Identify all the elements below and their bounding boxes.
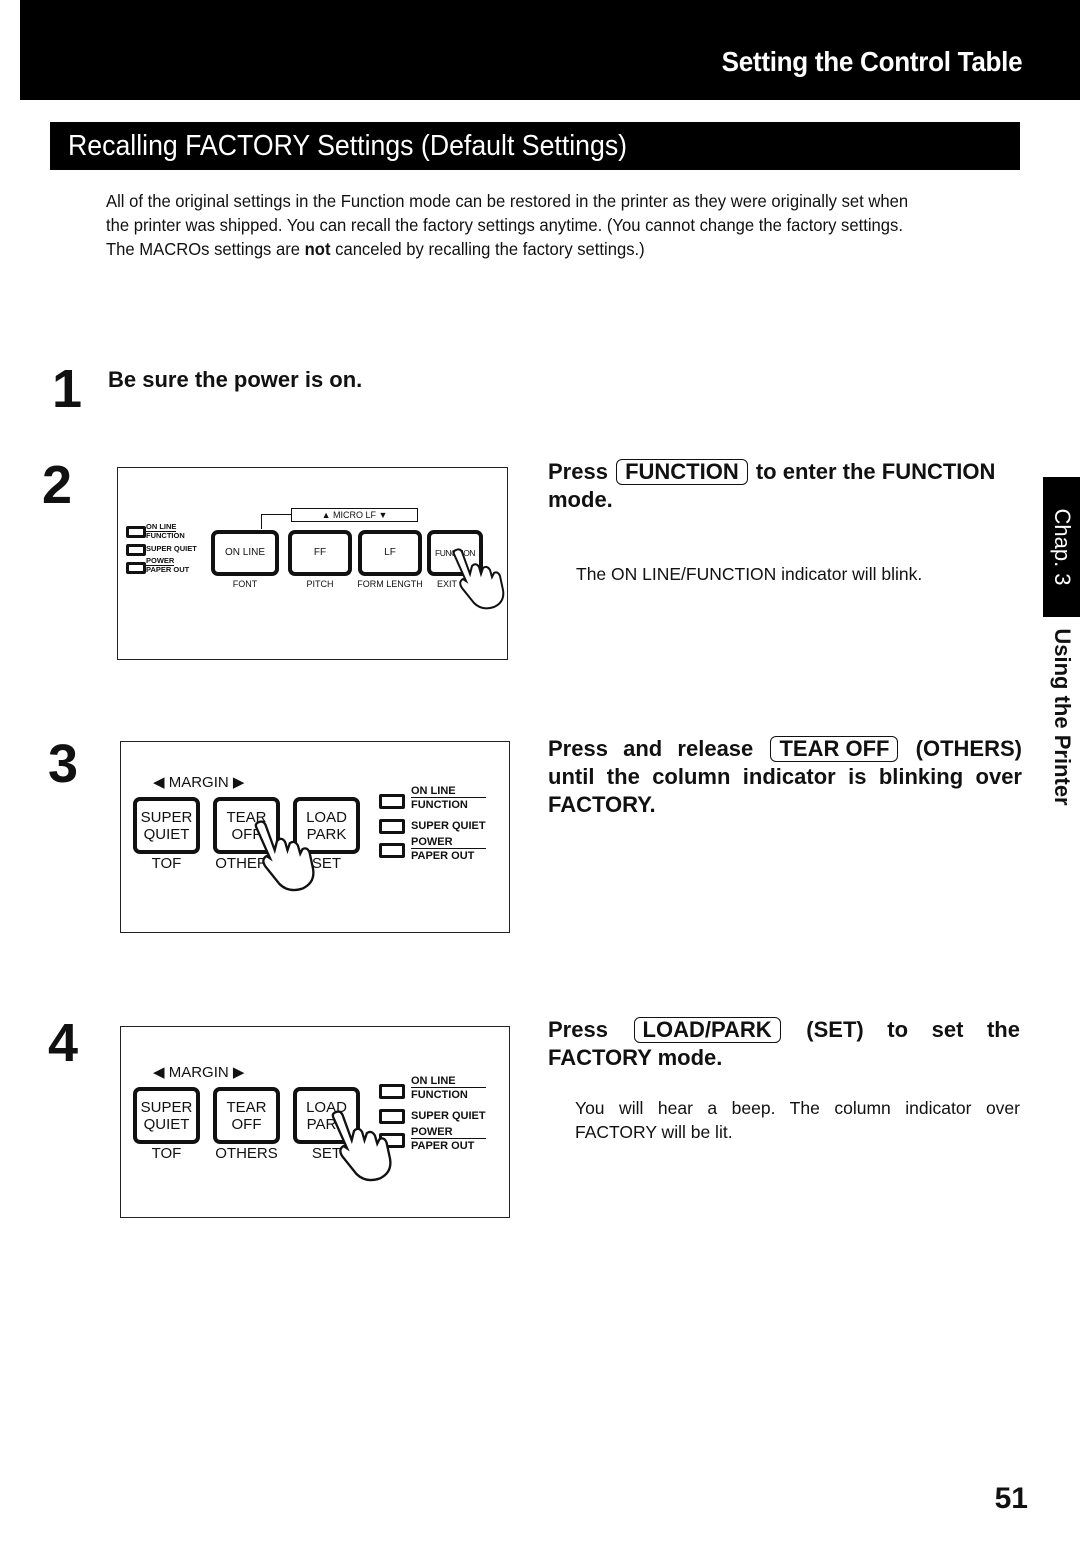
control-panel-diagram-step-4: ◀ MARGIN ▶ SUPER QUIET TOF TEAR OFF OTHERS… (120, 1026, 510, 1218)
ff-key-sublabel: PITCH (306, 579, 334, 589)
chapter-section-label: Using the Printer (1050, 628, 1075, 806)
step-3-title: Press and release TEAR OFF (OTHERS) unti… (548, 735, 1022, 819)
indicator-label-function: FUNCTION (411, 1089, 468, 1101)
led-super-quiet (126, 544, 146, 556)
super-quiet-sublabel: TOF (151, 1145, 182, 1162)
indicator-label-power: POWER (411, 1126, 486, 1139)
step-4-description: You will hear a beep. The column indicat… (575, 1098, 1020, 1142)
indicator-label-paper-out: PAPER OUT (411, 1140, 475, 1152)
margin-label: ◀ MARGIN ▶ (153, 774, 245, 791)
step-4-title-suffix: (SET) to set the FACTORY mode. (548, 1017, 1020, 1070)
indicator-label-power: POWER (411, 836, 486, 849)
ff-key[interactable]: FF (288, 530, 352, 576)
page-number: 51 (994, 1482, 1028, 1515)
led-super-quiet (379, 819, 405, 834)
led-online-function (379, 794, 405, 809)
step-2-number: 2 (42, 455, 73, 515)
step-2-title: Press FUNCTION to enter the FUNCTION mod… (548, 458, 1024, 514)
pointing-hand-icon (331, 1110, 392, 1182)
lf-key[interactable]: LF (358, 530, 422, 576)
pointing-hand-icon (254, 820, 315, 892)
margin-label: ◀ MARGIN ▶ (153, 1064, 245, 1081)
control-panel-diagram-step-2: ON LINE FUNCTION SUPER QUIET POWER PAPER… (117, 467, 508, 660)
intro-text-end: canceled by recalling the factory settin… (330, 239, 645, 259)
step-3-title-prefix: Press and release (548, 736, 754, 761)
lf-key-sublabel: FORM LENGTH (357, 579, 423, 589)
chapter-tab-label: Chap. 3 (1050, 508, 1075, 586)
load-park-keycap: LOAD/PARK (633, 1017, 781, 1043)
super-quiet-key[interactable]: SUPER QUIET (133, 797, 200, 854)
step-3-number: 3 (48, 734, 79, 794)
led-online-function (126, 526, 146, 538)
step-4-number: 4 (48, 1013, 79, 1073)
step-1-title: Be sure the power is on. (108, 367, 363, 392)
indicator-label-function: FUNCTION (146, 531, 185, 540)
indicator-label-online: ON LINE (411, 1075, 486, 1088)
step-2-title-prefix: Press (548, 459, 608, 484)
indicator-label-super-quiet: SUPER QUIET (411, 1110, 486, 1122)
led-power-paper-out (126, 562, 146, 574)
step-2-description: The ON LINE/FUNCTION indicator will blin… (576, 564, 923, 584)
micro-lf-label: ▲ MICRO LF ▼ (291, 508, 418, 522)
online-key[interactable]: ON LINE (211, 530, 279, 576)
led-power-paper-out (379, 843, 405, 858)
tear-off-keycap: TEAR OFF (770, 736, 899, 762)
super-quiet-sublabel: TOF (151, 855, 182, 872)
micro-lf-bracket (261, 514, 292, 529)
indicator-label-super-quiet: SUPER QUIET (146, 544, 197, 553)
indicator-label-paper-out: PAPER OUT (146, 565, 190, 574)
control-panel-diagram-step-3: ◀ MARGIN ▶ SUPER QUIET TOF TEAR OFF OTHERS… (120, 741, 510, 933)
indicator-label-paper-out: PAPER OUT (411, 850, 475, 862)
chapter-title: Setting the Control Table (721, 46, 1022, 77)
step-1-number: 1 (52, 359, 83, 419)
super-quiet-key[interactable]: SUPER QUIET (133, 1087, 200, 1144)
intro-paragraph: All of the original settings in the Func… (106, 189, 933, 261)
function-keycap: FUNCTION (616, 459, 748, 485)
step-4-title-prefix: Press (548, 1017, 608, 1042)
indicator-label-super-quiet: SUPER QUIET (411, 820, 486, 832)
pointing-hand-icon (452, 548, 505, 610)
tear-off-key[interactable]: TEAR OFF (213, 1087, 280, 1144)
section-title: Recalling FACTORY Settings (Default Sett… (68, 130, 628, 162)
step-4-title: Press LOAD/PARK (SET) to set the FACTORY… (548, 1016, 1020, 1072)
online-key-sublabel: FONT (232, 579, 258, 589)
indicator-label-online: ON LINE (411, 785, 486, 798)
tear-off-sublabel: OTHERS (215, 1145, 278, 1162)
led-online-function (379, 1084, 405, 1099)
indicator-label-function: FUNCTION (411, 799, 468, 811)
intro-emphasis: not (304, 239, 331, 259)
